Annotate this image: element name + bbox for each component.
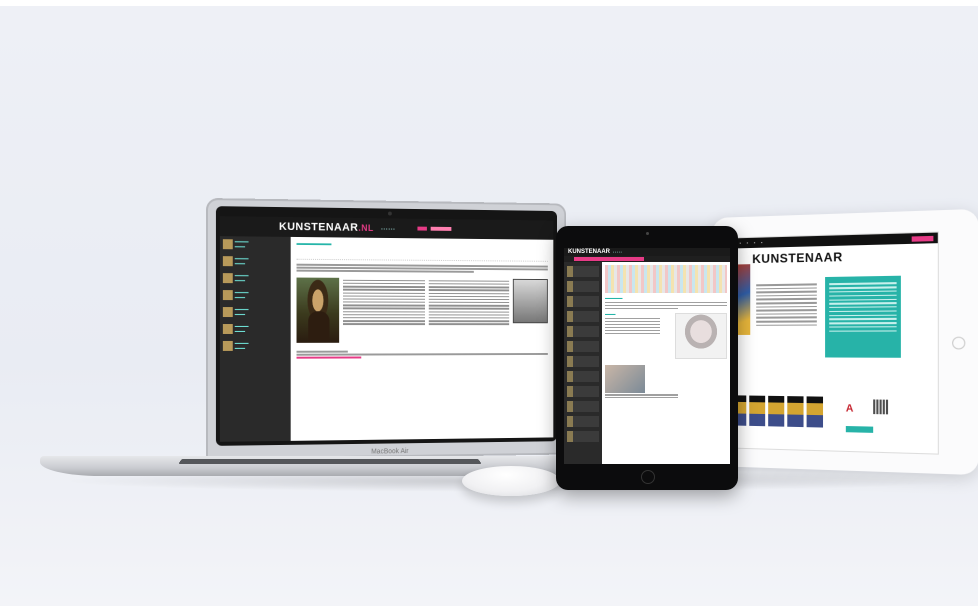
laptop-screen: KUNSTENAAR.NL ▪ ▪ ▪ ▪ ▪ ▪ ▬▬▬▬ ▬▬▬ ▬▬▬▬ ▬▬…	[219, 216, 554, 442]
black-tablet-search-field	[574, 257, 644, 261]
sidebar-item: ▬▬▬▬ ▬▬▬	[222, 324, 288, 334]
laptop-keyboard	[178, 458, 482, 465]
magazine-cover	[787, 396, 804, 428]
device-mockup-scene: ▪▪▪▪▪ KUNSTENAAR A	[0, 0, 978, 606]
white-tablet-nav: ▪▪▪▪▪	[726, 232, 938, 249]
black-tablet-screen: KUNSTENAAR ▪ ▪ ▪ ▪ ▪ ▬▬▬▬▬ ▬▬▬	[564, 248, 730, 464]
black-tablet-article: ▬▬▬▬▬ ▬▬▬	[602, 262, 730, 464]
article-columns	[296, 277, 548, 343]
sidebar-item: ▬▬▬▬ ▬▬▬	[222, 307, 288, 318]
camera-icon	[645, 232, 649, 235]
camera-icon	[388, 211, 392, 216]
home-button-icon	[952, 336, 966, 350]
red-logo-icon: A	[845, 403, 854, 415]
qr-code-icon	[873, 399, 889, 415]
mona-lisa-painting	[296, 277, 340, 343]
article-footer-text	[296, 350, 548, 359]
laptop-bezel: KUNSTENAAR.NL ▪ ▪ ▪ ▪ ▪ ▪ ▬▬▬▬ ▬▬▬ ▬▬▬▬ ▬▬…	[215, 206, 557, 446]
article-photo	[512, 278, 548, 324]
magazine-cover	[749, 395, 766, 427]
sidebar-item: ▬▬▬▬ ▬▬▬	[222, 341, 288, 351]
article-heading: ▬▬▬▬▬▬	[296, 240, 332, 248]
colored-pencils-image	[605, 265, 727, 293]
black-tablet-sidebar	[564, 262, 602, 464]
white-tablet: ▪▪▪▪▪ KUNSTENAAR A	[712, 208, 978, 476]
laptop-lid: KUNSTENAAR.NL ▪ ▪ ▪ ▪ ▪ ▪ ▬▬▬▬ ▬▬▬ ▬▬▬▬ ▬▬…	[206, 198, 567, 460]
black-tablet: KUNSTENAAR ▪ ▪ ▪ ▪ ▪ ▬▬▬▬▬ ▬▬▬	[556, 226, 738, 490]
white-tablet-magazine-covers	[730, 395, 824, 428]
article-lead	[296, 248, 548, 262]
laptop-sidebar: ▬▬▬▬ ▬▬▬ ▬▬▬▬ ▬▬▬ ▬▬▬▬ ▬▬▬ ▬▬▬▬ ▬▬▬ ▬▬▬▬ ▬▬▬ …	[219, 236, 291, 442]
sidebar-item: ▬▬▬▬ ▬▬▬	[222, 239, 288, 250]
white-tablet-teal-button	[845, 426, 874, 433]
magazine-cover	[806, 396, 824, 428]
black-tablet-nav-items: ▪ ▪ ▪ ▪ ▪	[613, 250, 622, 254]
white-tablet-search	[911, 235, 934, 242]
sidebar-item: ▬▬▬▬ ▬▬▬	[222, 256, 288, 267]
white-tablet-teal-panel	[825, 275, 901, 358]
laptop-page-body: ▬▬▬▬ ▬▬▬ ▬▬▬▬ ▬▬▬ ▬▬▬▬ ▬▬▬ ▬▬▬▬ ▬▬▬ ▬▬▬▬ ▬▬▬ …	[219, 236, 554, 442]
portrait-sketch-image	[675, 312, 727, 359]
black-tablet-body: ▬▬▬▬▬ ▬▬▬	[564, 262, 730, 464]
white-tablet-site-logo: KUNSTENAAR	[752, 249, 843, 267]
article-column-text	[343, 278, 426, 343]
laptop-search-field	[430, 226, 452, 231]
laptop-article: ▬▬▬▬▬▬	[290, 236, 554, 441]
magic-mouse	[462, 466, 560, 496]
magazine-cover	[768, 395, 785, 427]
black-tablet-site-logo: KUNSTENAAR	[568, 249, 610, 255]
white-tablet-screen: ▪▪▪▪▪ KUNSTENAAR A	[725, 231, 939, 455]
article-heading: ▬▬▬▬▬	[605, 296, 623, 300]
sidebar-item: ▬▬▬▬ ▬▬▬	[222, 273, 288, 284]
drawing-hands-image	[605, 364, 645, 393]
article-column-text	[428, 278, 510, 342]
article-intro-text	[296, 263, 548, 274]
black-tablet-nav: KUNSTENAAR ▪ ▪ ▪ ▪ ▪	[564, 248, 730, 256]
laptop-pink-button	[417, 226, 427, 231]
laptop-site-logo: KUNSTENAAR.NL	[278, 220, 374, 234]
sidebar-item: ▬▬▬▬ ▬▬▬	[222, 290, 288, 301]
laptop-nav-items: ▪ ▪ ▪ ▪ ▪ ▪	[381, 225, 395, 231]
white-tablet-text	[756, 281, 817, 328]
home-button-icon	[641, 470, 655, 484]
